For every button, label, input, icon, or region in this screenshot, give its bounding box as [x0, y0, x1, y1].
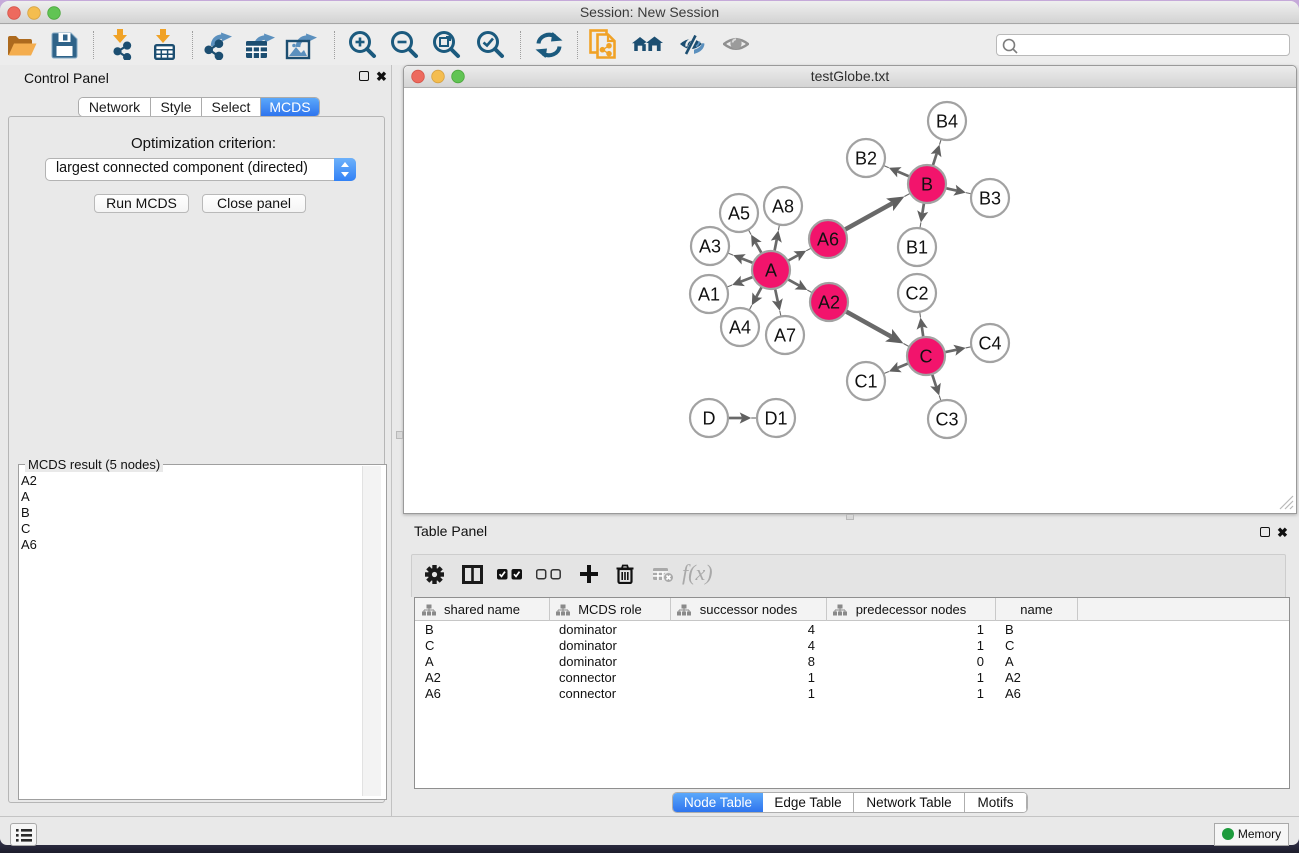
svg-text:A5: A5 — [728, 204, 750, 224]
svg-text:B1: B1 — [906, 238, 928, 258]
svg-text:A8: A8 — [772, 197, 794, 217]
svg-text:A1: A1 — [698, 285, 720, 305]
svg-text:A7: A7 — [774, 326, 796, 346]
svg-text:B3: B3 — [979, 189, 1001, 209]
svg-text:B2: B2 — [855, 149, 877, 169]
svg-text:D: D — [703, 409, 716, 429]
svg-text:A6: A6 — [817, 230, 839, 250]
svg-text:C4: C4 — [978, 334, 1001, 354]
svg-text:D1: D1 — [764, 409, 787, 429]
svg-text:B: B — [921, 175, 933, 195]
svg-text:A2: A2 — [818, 293, 840, 313]
svg-text:B4: B4 — [936, 112, 958, 132]
svg-text:A3: A3 — [699, 237, 721, 257]
svg-text:C: C — [920, 347, 933, 367]
svg-text:C1: C1 — [854, 372, 877, 392]
svg-text:A4: A4 — [729, 318, 751, 338]
svg-text:C3: C3 — [935, 410, 958, 430]
svg-text:A: A — [765, 261, 777, 281]
svg-text:C2: C2 — [905, 284, 928, 304]
